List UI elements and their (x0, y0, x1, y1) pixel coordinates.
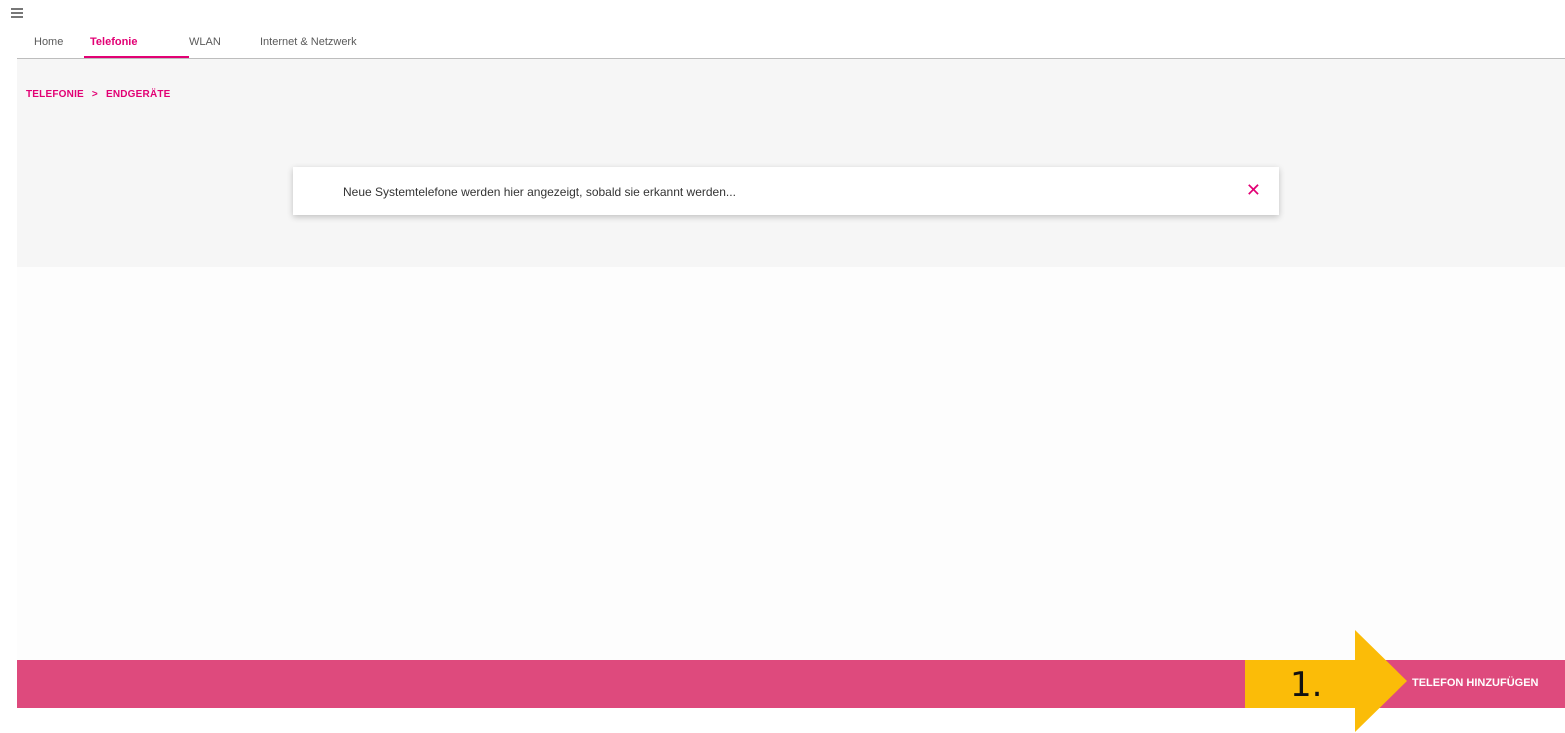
breadcrumb-endgeraete: ENDGERÄTE (105, 89, 171, 100)
tab-telefonie[interactable]: Telefonie (90, 36, 137, 48)
tab-internet-netzwerk[interactable]: Internet & Netzwerk (260, 36, 357, 48)
annotation-step-label: 1. (1290, 665, 1323, 705)
header-panel (17, 59, 1565, 267)
device-list-area (17, 267, 1565, 660)
main-tabs: Home Telefonie WLAN Internet & Netzwerk (17, 26, 1565, 59)
breadcrumb: TELEFONIE > ENDGERÄTE (26, 89, 171, 100)
add-phone-button[interactable]: TELEFON HINZUFÜGEN (1412, 677, 1539, 689)
close-icon[interactable]: ✕ (1246, 180, 1261, 200)
tab-home[interactable]: Home (34, 36, 63, 48)
page: Home Telefonie WLAN Internet & Netzwerk … (0, 0, 1565, 733)
info-notice: Neue Systemtelefone werden hier angezeig… (293, 167, 1279, 215)
active-tab-indicator (84, 56, 189, 58)
arrow-right-icon (1355, 630, 1407, 732)
breadcrumb-telefonie[interactable]: TELEFONIE (26, 89, 84, 100)
breadcrumb-separator: > (91, 89, 98, 100)
notice-text: Neue Systemtelefone werden hier angezeig… (343, 185, 736, 199)
tab-wlan[interactable]: WLAN (189, 36, 221, 48)
hamburger-icon[interactable] (11, 8, 23, 18)
